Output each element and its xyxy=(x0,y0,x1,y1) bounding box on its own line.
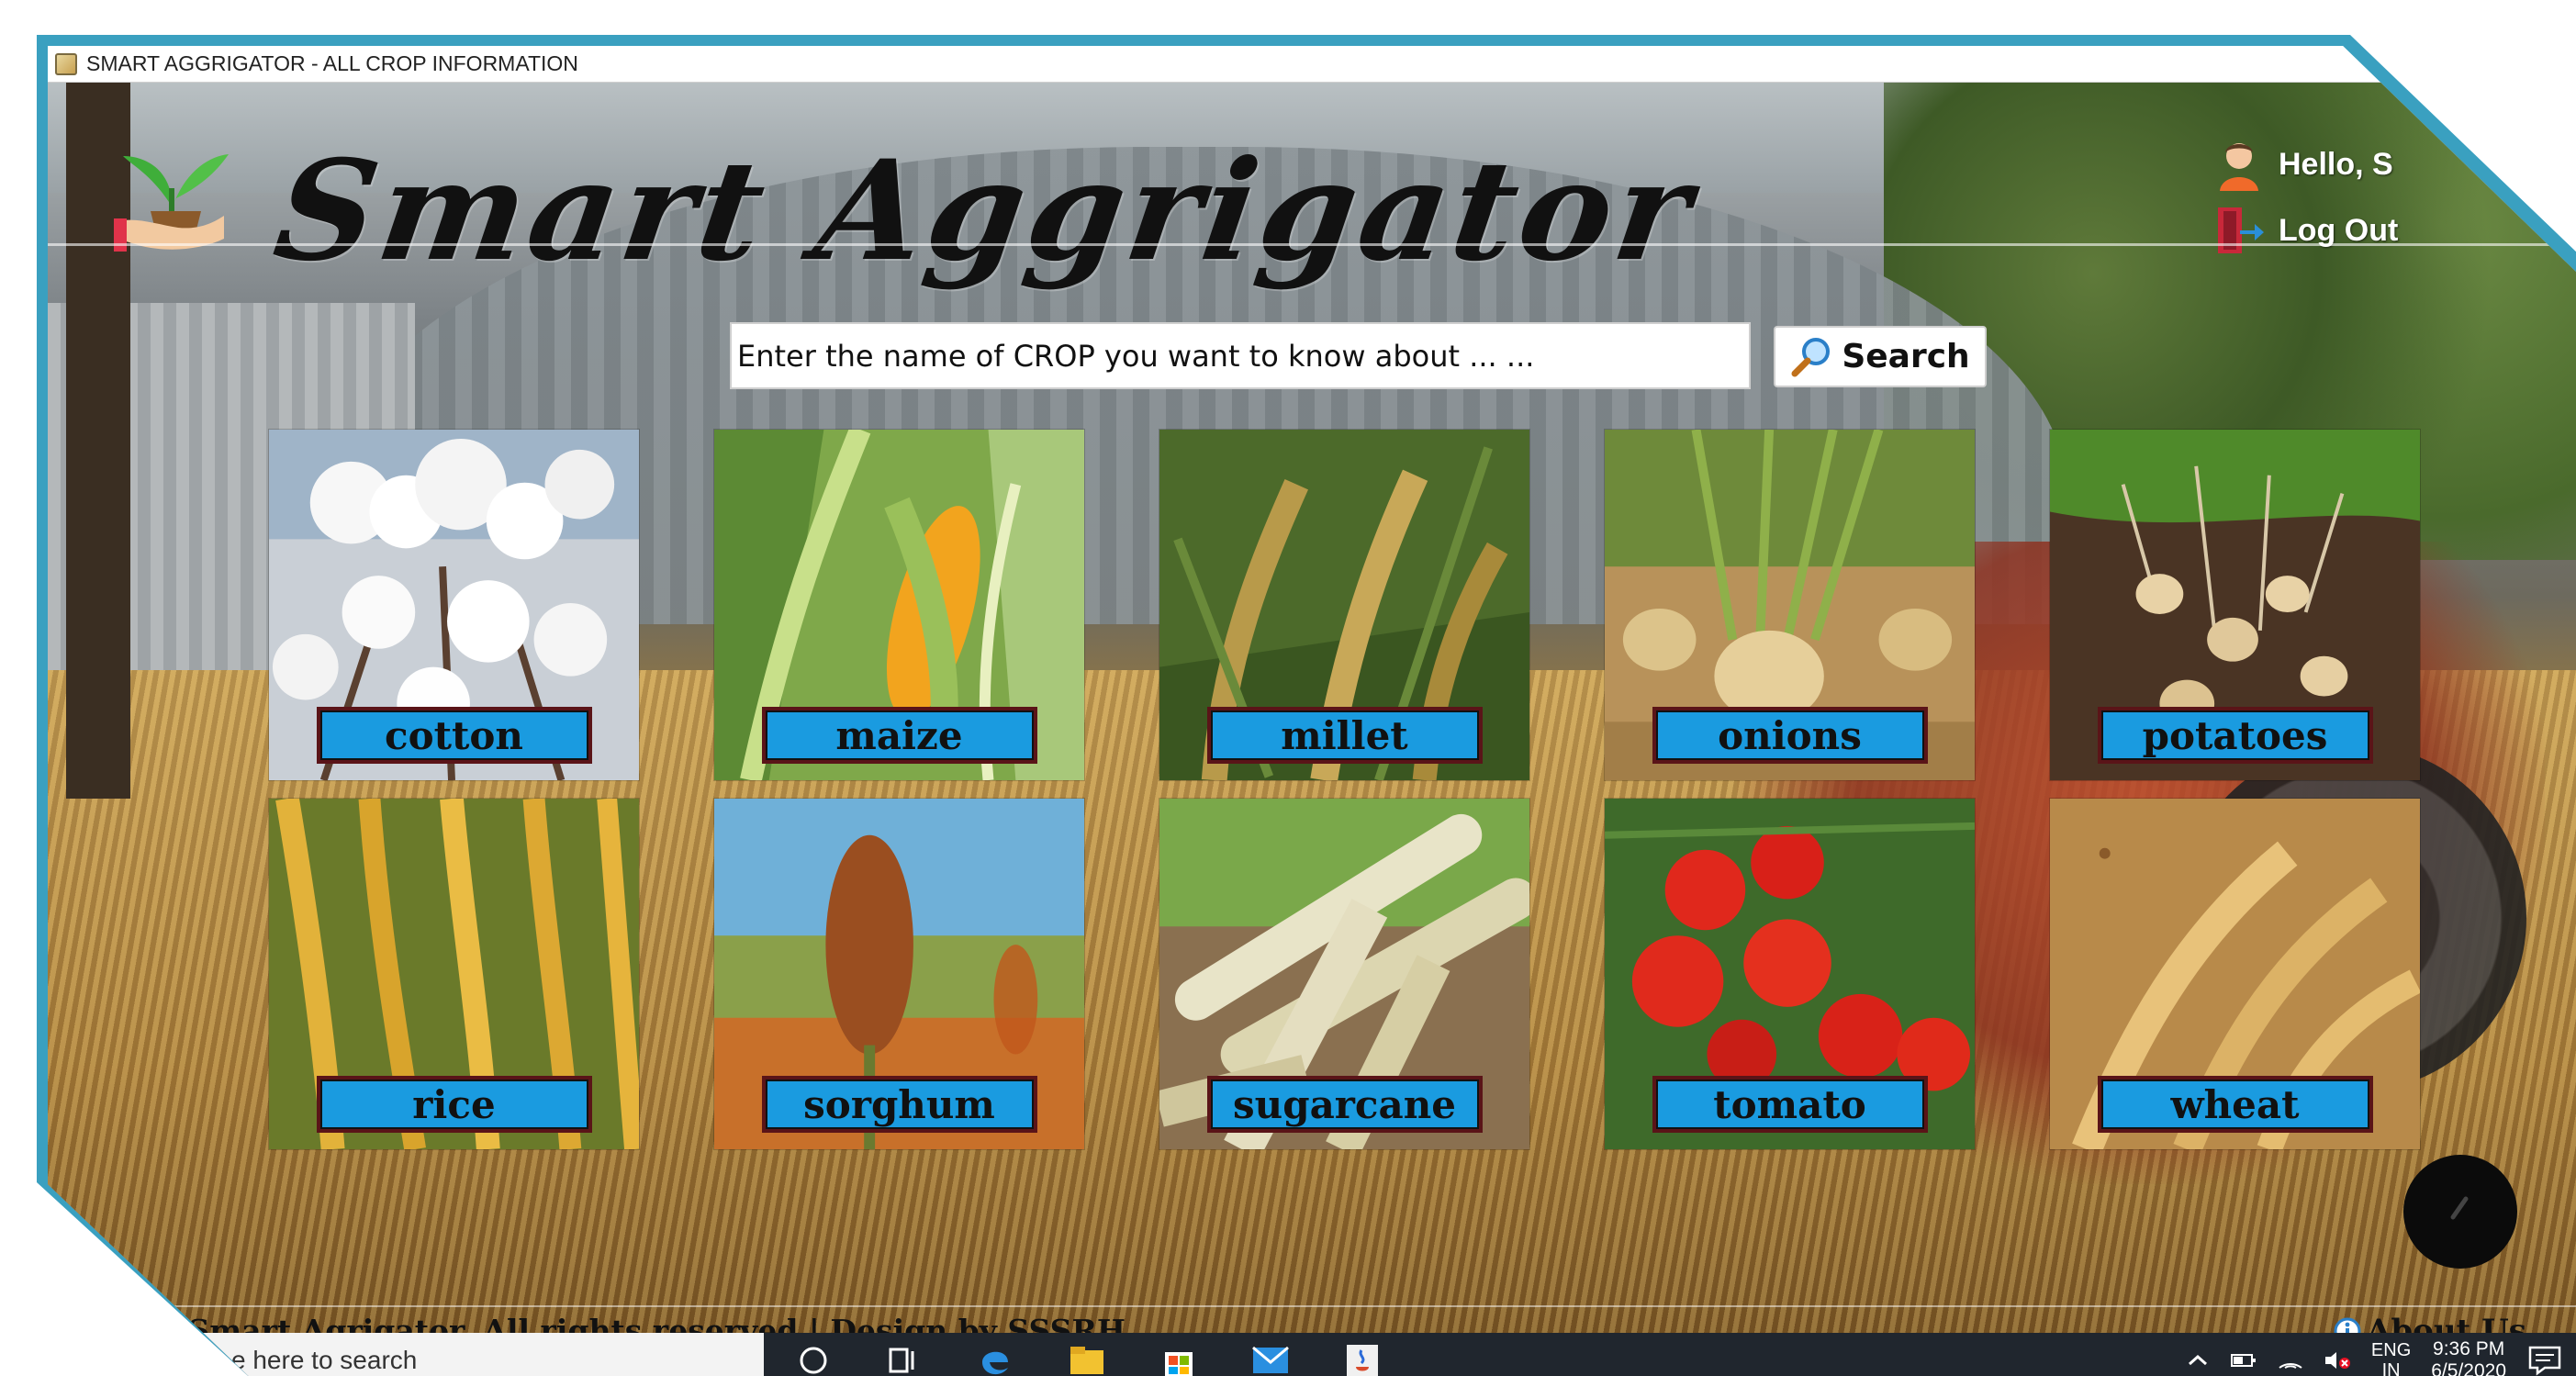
crop-label: sorghum xyxy=(761,1076,1037,1133)
crop-label: potatoes xyxy=(2097,707,2373,764)
notification-center-icon[interactable] xyxy=(2526,1344,2563,1376)
crop-label: sugarcane xyxy=(1206,1076,1483,1133)
user-area: Hello, S Log Out xyxy=(2214,138,2453,275)
crop-label: cotton xyxy=(316,707,592,764)
chevron-icon xyxy=(2450,1196,2469,1220)
file-explorer-icon[interactable] xyxy=(1067,1342,1107,1376)
search-button[interactable]: Search xyxy=(1774,326,1987,387)
store-icon[interactable] xyxy=(1159,1342,1199,1376)
volume-muted-icon[interactable] xyxy=(2324,1349,2351,1371)
crop-search-input[interactable] xyxy=(730,322,1751,389)
clock-date: 6/5/2020 xyxy=(2431,1360,2506,1376)
app-name-heading: Smart Aggrigator xyxy=(265,130,1704,292)
taskbar-clock[interactable]: 9:36 PM 6/5/2020 xyxy=(2431,1338,2506,1376)
crop-label: millet xyxy=(1206,707,1483,764)
logout-button[interactable]: Log Out xyxy=(2214,204,2398,257)
about-us-link[interactable]: About Us xyxy=(2334,1313,2526,1333)
region-code: IN xyxy=(2381,1360,2401,1376)
crop-tile-onions[interactable]: onions xyxy=(1604,429,1976,781)
language-code: ENG xyxy=(2370,1340,2412,1360)
about-us-label: About Us xyxy=(2367,1313,2526,1333)
crop-tile-millet[interactable]: millet xyxy=(1159,429,1530,781)
crop-label: onions xyxy=(1652,707,1928,764)
system-tray: ENG IN 9:36 PM 6/5/2020 xyxy=(2186,1333,2563,1376)
logout-door-icon xyxy=(2218,207,2264,253)
java-app-icon xyxy=(55,52,77,75)
crop-tile-rice[interactable]: rice xyxy=(268,798,640,1150)
mail-icon[interactable] xyxy=(1250,1342,1291,1376)
app-window: SMART AGGRIGATOR - ALL CROP INFORMATION … xyxy=(48,46,2576,1376)
edge-browser-icon[interactable] xyxy=(975,1342,1015,1376)
header-divider xyxy=(48,243,2576,246)
copyright-text: 0 Smart Agrigator. All rights reserved |… xyxy=(156,1313,1126,1333)
crop-label: rice xyxy=(316,1076,592,1133)
about-info-icon xyxy=(2334,1317,2361,1333)
clock-time: 9:36 PM xyxy=(2433,1338,2505,1359)
crop-tile-wheat[interactable]: wheat xyxy=(2049,798,2421,1150)
crop-label: wheat xyxy=(2097,1076,2373,1133)
crop-tile-cotton[interactable]: cotton xyxy=(268,429,640,781)
crop-label: maize xyxy=(761,707,1037,764)
crop-grid: cotton maize millet onions potatoes rice… xyxy=(268,429,2421,1150)
footer-divider xyxy=(48,1305,2576,1307)
window-title-bar: SMART AGGRIGATOR - ALL CROP INFORMATION xyxy=(48,46,2576,83)
crop-label: tomato xyxy=(1652,1076,1928,1133)
java-taskbar-icon[interactable] xyxy=(1342,1342,1383,1376)
search-button-label: Search xyxy=(1842,338,1970,375)
crop-tile-potatoes[interactable]: potatoes xyxy=(2049,429,2421,781)
crop-tile-maize[interactable]: maize xyxy=(713,429,1085,781)
wifi-icon[interactable] xyxy=(2278,1349,2303,1371)
greeting-row: Hello, S xyxy=(2214,138,2393,191)
crop-tile-sorghum[interactable]: sorghum xyxy=(713,798,1085,1150)
task-view-icon[interactable] xyxy=(883,1342,924,1376)
user-avatar-icon xyxy=(2220,143,2258,191)
search-icon xyxy=(1791,337,1831,376)
window-title: SMART AGGRIGATOR - ALL CROP INFORMATION xyxy=(86,51,578,75)
crop-tile-tomato[interactable]: tomato xyxy=(1604,798,1976,1150)
battery-icon[interactable] xyxy=(2230,1351,2257,1370)
plant-in-hand-logo-icon xyxy=(114,154,229,252)
floating-action-button[interactable] xyxy=(2403,1155,2517,1269)
chevron-up-icon[interactable] xyxy=(2186,1351,2210,1370)
taskbar-search-box[interactable]: e here to search xyxy=(48,1333,764,1376)
app-content: Smart Aggrigator Hello, S Log Out Enter … xyxy=(48,83,2576,1333)
crop-tile-sugarcane[interactable]: sugarcane xyxy=(1159,798,1530,1150)
cortana-icon[interactable] xyxy=(793,1342,834,1376)
input-language[interactable]: ENG IN xyxy=(2371,1340,2411,1376)
windows-taskbar: e here to search ENG IN 9:36 PM 6/5/2020 xyxy=(48,1333,2576,1376)
greeting-text: Hello, S xyxy=(2279,146,2393,182)
